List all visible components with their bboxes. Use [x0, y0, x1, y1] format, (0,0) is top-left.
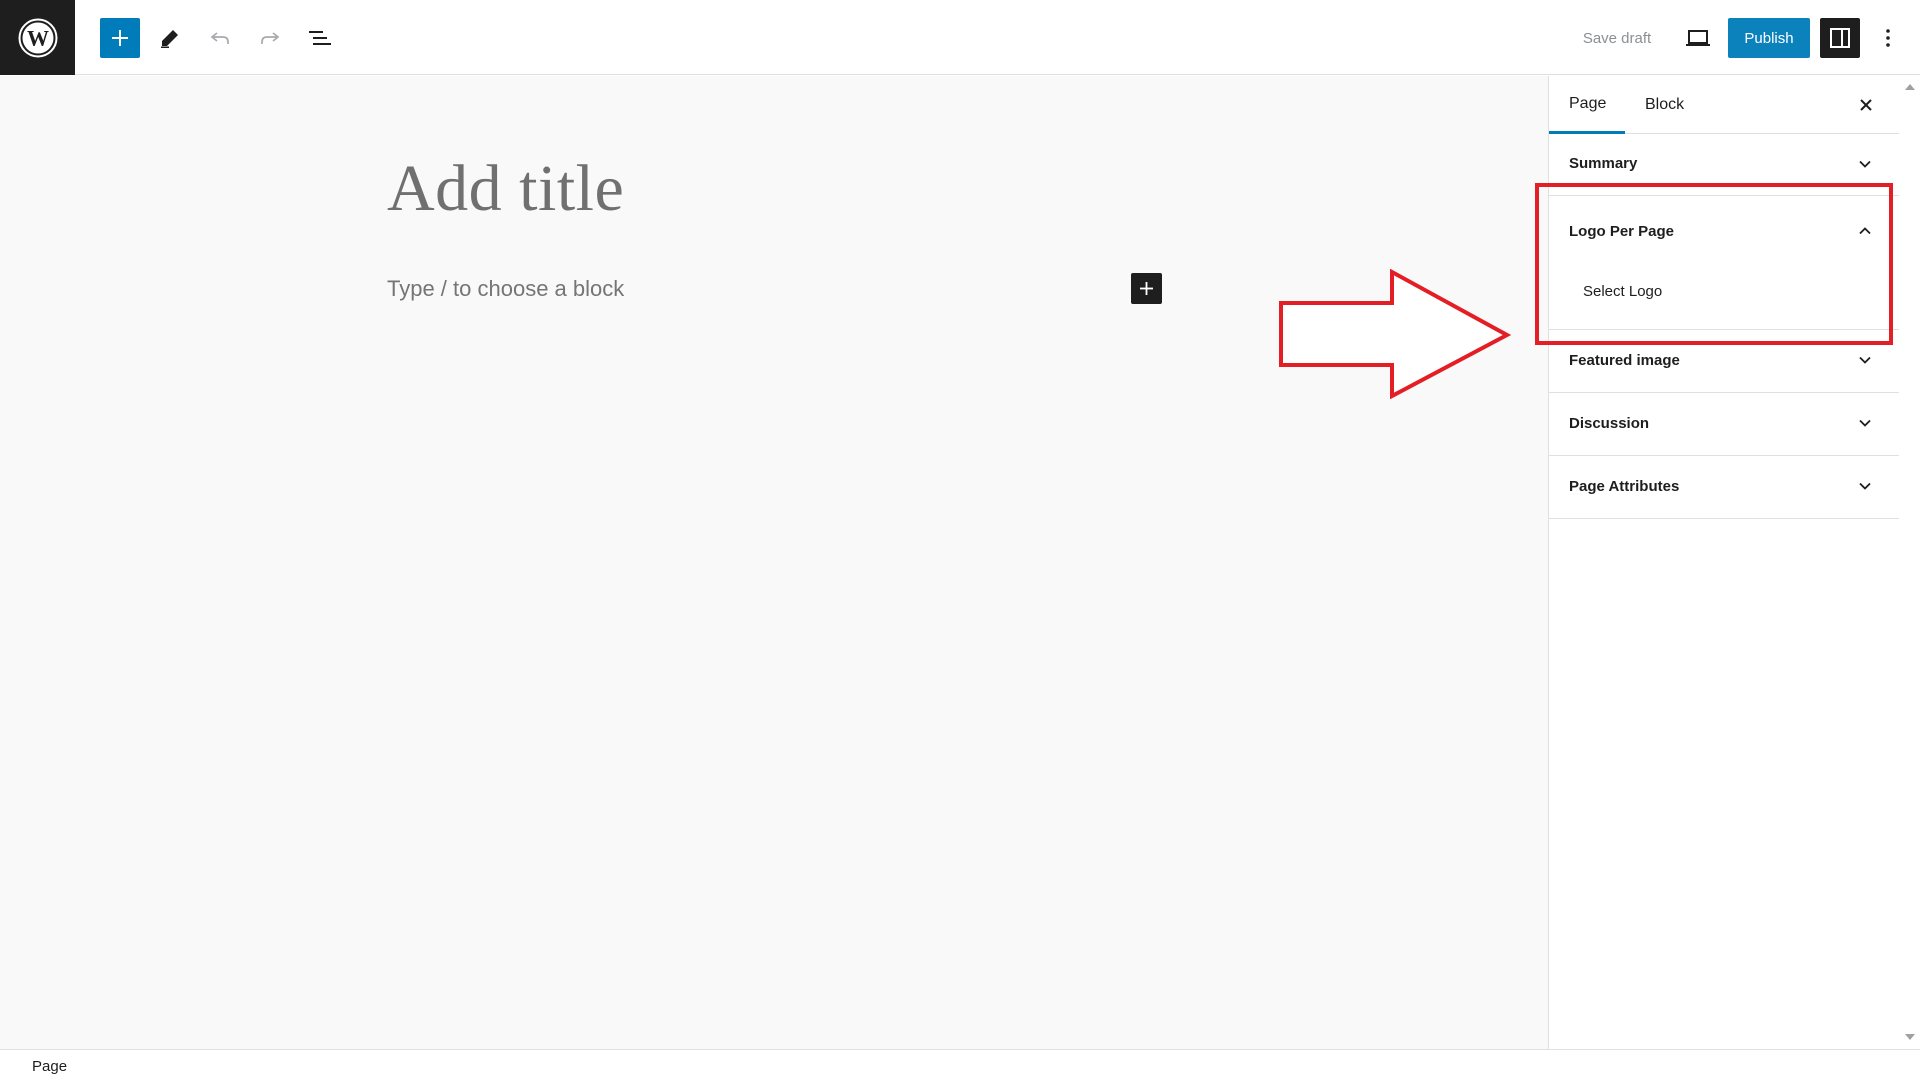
- chevron-down-icon: [1859, 160, 1871, 168]
- save-draft-button[interactable]: Save draft: [1570, 18, 1664, 58]
- panel-discussion[interactable]: Discussion: [1549, 393, 1900, 456]
- close-icon: [1860, 99, 1872, 111]
- chevron-down-icon: [1859, 419, 1871, 427]
- inline-block-inserter-button[interactable]: [1131, 273, 1162, 304]
- wordpress-icon: W: [18, 18, 57, 57]
- plus-icon: [112, 30, 128, 46]
- pencil-icon: [161, 30, 178, 48]
- chevron-down-icon: [1859, 482, 1871, 490]
- sidebar-scrollbar[interactable]: [1899, 76, 1920, 1049]
- panel-title: Featured image: [1569, 352, 1680, 369]
- document-overview-button[interactable]: [300, 18, 340, 58]
- panel-title: Summary: [1569, 155, 1638, 172]
- tab-block[interactable]: Block: [1625, 76, 1704, 134]
- undo-icon: [210, 32, 229, 44]
- publish-button[interactable]: Publish: [1728, 18, 1810, 58]
- scroll-down-icon[interactable]: [1905, 1034, 1915, 1040]
- breadcrumb[interactable]: Page: [32, 1058, 67, 1075]
- redo-icon: [261, 32, 280, 44]
- plus-icon: [1140, 282, 1153, 295]
- annotation-highlight-box: [1535, 183, 1893, 345]
- editor-footer: Page: [0, 1049, 1920, 1080]
- block-placeholder-input[interactable]: Type / to choose a block: [387, 276, 624, 302]
- editor-canvas: Add title Type / to choose a block: [0, 76, 1548, 1049]
- annotation-arrow: [1279, 269, 1512, 399]
- settings-button[interactable]: [1820, 18, 1860, 58]
- more-vertical-icon: [1886, 29, 1890, 47]
- close-sidebar-button[interactable]: [1853, 92, 1879, 118]
- preview-button[interactable]: [1678, 18, 1718, 58]
- wordpress-logo[interactable]: W: [0, 0, 75, 75]
- block-inserter-button[interactable]: [100, 18, 140, 58]
- scroll-up-icon[interactable]: [1905, 84, 1915, 90]
- svg-text:W: W: [27, 25, 49, 50]
- tab-page[interactable]: Page: [1549, 76, 1625, 134]
- tools-button[interactable]: [150, 18, 190, 58]
- chevron-down-icon: [1859, 356, 1871, 364]
- redo-button[interactable]: [250, 18, 290, 58]
- panel-page-attributes[interactable]: Page Attributes: [1549, 456, 1900, 519]
- list-view-icon: [309, 31, 331, 45]
- panel-title: Discussion: [1569, 415, 1650, 432]
- undo-button[interactable]: [200, 18, 240, 58]
- sidebar-toggle-icon: [1830, 28, 1850, 48]
- laptop-icon: [1686, 30, 1710, 46]
- title-input[interactable]: Add title: [387, 151, 624, 227]
- options-menu-button[interactable]: [1870, 18, 1906, 58]
- panel-title: Page Attributes: [1569, 478, 1680, 495]
- sidebar-tabs: Page Block: [1549, 76, 1900, 134]
- editor-header: W Save draft Publish: [0, 0, 1920, 75]
